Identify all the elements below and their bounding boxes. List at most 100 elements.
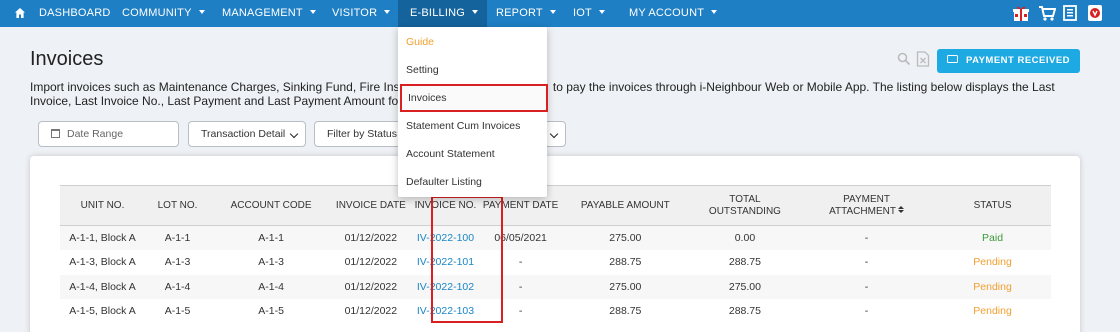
status-badge: Pending [973,280,1012,293]
payment-received-label: PAYMENT RECEIVED [965,55,1071,66]
search-icon[interactable] [897,52,911,66]
e-billing-dropdown-menu: Guide Setting Invoices Statement Cum Inv… [398,27,548,197]
col-lot-no[interactable]: LOT NO. [145,185,211,226]
cell-invoice-date: 01/12/2022 [344,305,398,318]
invoice-link[interactable]: IV-2022-102 [410,275,482,300]
col-payment-attachment[interactable]: PAYMENT ATTACHMENT [798,185,935,226]
cell-lot-no: A-1-1 [164,232,191,244]
cart-icon[interactable] [1038,4,1056,22]
caret-down-icon [309,10,316,15]
cell-total-outstanding: 288.75 [728,305,761,318]
cell-payable-amount: 275.00 [609,280,642,293]
table-row: A-1-5, Block A A-1-5 A-1-5 01/12/2022 IV… [60,299,1051,324]
chevron-down-icon [289,129,299,139]
cell-payment-date: 06/05/2021 [494,232,547,244]
cell-total-outstanding: 275.00 [728,280,761,293]
menu-item-invoices[interactable]: Invoices [400,84,548,112]
cell-payment-date: - [518,280,523,293]
transaction-detail-value: Transaction Detail [201,128,286,140]
menu-item-defaulter-listing[interactable]: Defaulter Listing [398,168,547,196]
cell-payment-attachment: - [864,256,869,269]
nav-report-label: REPORT [496,7,543,19]
menu-item-guide[interactable]: Guide [398,28,547,56]
caret-down-icon [384,10,391,15]
nav-dashboard[interactable]: DASHBOARD [39,0,110,27]
invoices-table: UNIT NO. LOT NO. ACCOUNT CODE INVOICE DA… [60,185,1051,324]
nav-e-billing-label: E-BILLING [410,7,465,19]
cell-payment-attachment: - [864,280,869,293]
col-account-code[interactable]: ACCOUNT CODE [210,185,333,226]
cell-unit-no: A-1-3, Block A [69,256,136,269]
money-icon [946,55,958,64]
col-total-outstanding[interactable]: TOTAL OUTSTANDING [690,185,799,226]
page-description: Import invoices such as Maintenance Char… [30,80,1055,108]
status-badge: Pending [973,305,1012,318]
notification-icon[interactable] [1086,4,1104,22]
col-payment-attachment-label: PAYMENT ATTACHMENT [829,193,896,217]
cell-payment-attachment: - [864,305,869,318]
nav-my-account-label: MY ACCOUNT [629,7,705,19]
cell-lot-no: A-1-5 [164,305,191,318]
nav-community-label: COMMUNITY [122,7,192,19]
status-filter-value: Filter by Status [327,128,398,140]
table-row: A-1-4, Block A A-1-4 A-1-4 01/12/2022 IV… [60,274,1051,300]
cell-invoice-date: 01/12/2022 [344,232,398,244]
nav-iot[interactable]: IOT [573,0,605,27]
cell-payment-date: - [518,256,523,269]
cell-payable-amount: 275.00 [609,232,642,244]
invoice-link[interactable]: IV-2022-100 [410,226,482,251]
caret-down-icon [472,10,478,15]
col-unit-no[interactable]: UNIT NO. [60,185,146,226]
cell-total-outstanding: 0.00 [734,232,756,244]
invoice-link[interactable]: IV-2022-103 [410,299,482,324]
cell-payment-attachment: - [864,232,869,244]
chevron-down-icon [549,129,559,139]
invoice-link[interactable]: IV-2022-101 [410,250,482,275]
table-row: A-1-3, Block A A-1-3 A-1-3 01/12/2022 IV… [60,250,1051,275]
excel-export-icon[interactable] [916,51,930,67]
cell-unit-no: A-1-4, Block A [69,280,136,293]
caret-down-icon [198,10,205,15]
status-badge: Pending [973,256,1012,269]
document-list-icon[interactable] [1061,4,1079,22]
cell-unit-no: A-1-5, Block A [69,305,136,318]
cell-total-outstanding: 288.75 [728,256,761,269]
nav-e-billing[interactable]: E-BILLING [398,0,487,27]
sort-icon[interactable] [897,205,904,214]
cell-account-code: A-1-3 [258,256,284,269]
cell-invoice-date: 01/12/2022 [344,280,398,293]
col-payable-amount[interactable]: PAYABLE AMOUNT [559,185,691,226]
cell-lot-no: A-1-4 [164,280,191,293]
cell-payable-amount: 288.75 [609,256,642,269]
caret-down-icon [711,10,718,15]
date-range-input[interactable]: Date Range [38,121,179,147]
nav-my-account[interactable]: MY ACCOUNT [629,0,718,27]
nav-management[interactable]: MANAGEMENT [222,0,316,27]
menu-item-setting[interactable]: Setting [398,56,547,84]
gift-box-icon[interactable] [1012,4,1030,22]
cell-payable-amount: 288.75 [609,305,642,318]
date-range-placeholder: Date Range [67,128,124,140]
caret-down-icon [598,10,605,15]
status-badge: Paid [982,232,1004,244]
calendar-icon [51,128,60,138]
cell-lot-no: A-1-3 [164,256,191,269]
menu-item-statement-cum-invoices[interactable]: Statement Cum Invoices [398,112,547,140]
transaction-detail-select[interactable]: Transaction Detail [188,121,306,147]
page-title: Invoices [30,48,104,70]
menu-item-account-statement[interactable]: Account Statement [398,140,547,168]
nav-dashboard-label: DASHBOARD [39,7,111,19]
col-status[interactable]: STATUS [934,185,1051,226]
cell-account-code: A-1-1 [258,232,284,244]
nav-visitor-label: VISITOR [332,7,378,19]
cell-unit-no: A-1-1, Block A [69,232,136,244]
cell-payment-date: - [518,305,523,318]
nav-management-label: MANAGEMENT [222,7,303,19]
payment-received-button[interactable]: PAYMENT RECEIVED [937,49,1080,73]
nav-community[interactable]: COMMUNITY [122,0,205,27]
top-navigation-bar: DASHBOARD COMMUNITY MANAGEMENT VISITOR E… [0,0,1120,27]
table-header-row: UNIT NO. LOT NO. ACCOUNT CODE INVOICE DA… [60,185,1051,226]
nav-report[interactable]: REPORT [496,0,556,27]
nav-visitor[interactable]: VISITOR [332,0,391,27]
home-icon[interactable] [14,7,26,19]
